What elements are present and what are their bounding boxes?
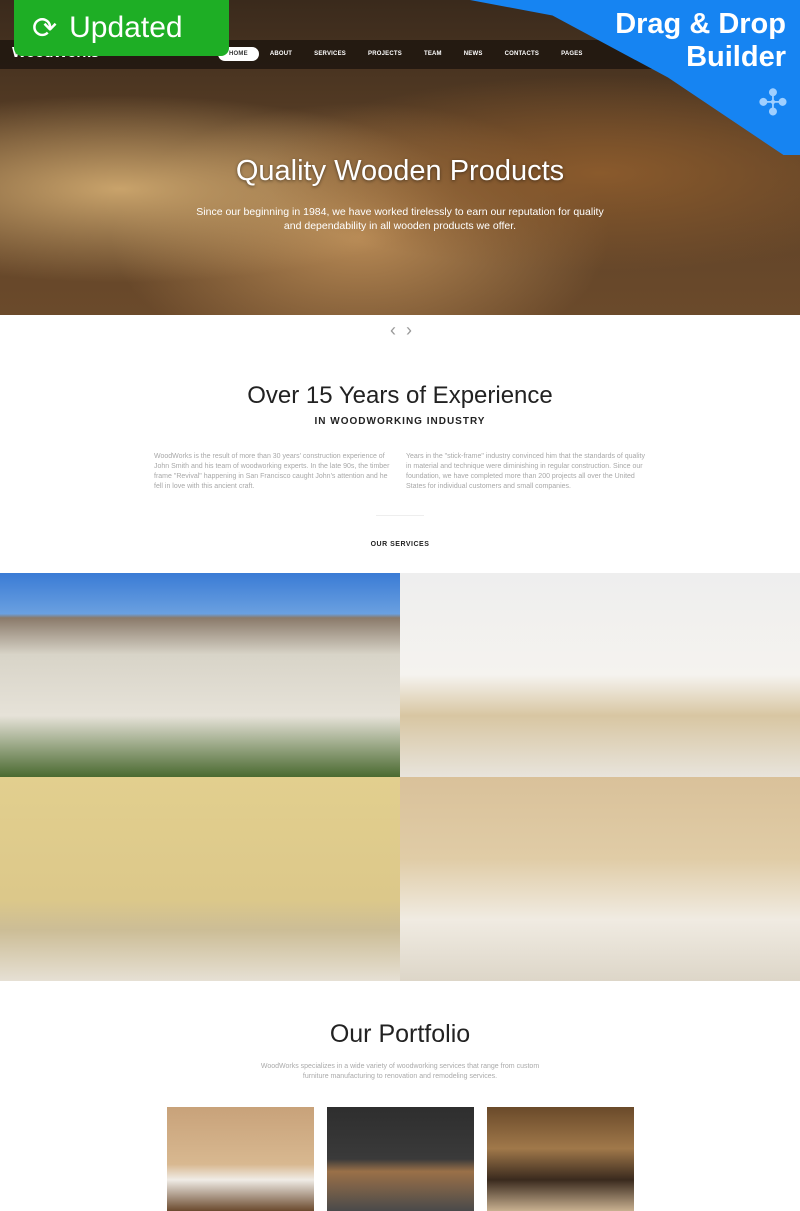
portfolio-item[interactable] bbox=[167, 1107, 314, 1211]
portfolio-item[interactable] bbox=[327, 1107, 474, 1211]
service-image-office[interactable] bbox=[0, 777, 400, 981]
nav-team[interactable]: TEAM bbox=[413, 47, 453, 61]
portfolio-item[interactable] bbox=[487, 1107, 634, 1211]
move-arrows-icon: ✣ bbox=[757, 82, 788, 123]
nav-about[interactable]: ABOUT bbox=[259, 47, 303, 61]
nav-pages[interactable]: PAGES bbox=[550, 47, 594, 61]
prev-arrow-icon[interactable]: ‹ bbox=[390, 320, 396, 340]
nav-news[interactable]: NEWS bbox=[453, 47, 494, 61]
experience-subtitle: IN WOODWORKING INDUSTRY bbox=[314, 416, 486, 427]
hero-text: Since our beginning in 1984, we have wor… bbox=[196, 206, 604, 232]
slider-arrows: ‹ › bbox=[390, 320, 412, 341]
nav-projects[interactable]: PROJECTS bbox=[357, 47, 413, 61]
service-image-kitchen[interactable] bbox=[400, 777, 800, 981]
portfolio-title: Our Portfolio bbox=[329, 1020, 471, 1048]
experience-text-2: Years in the "stick-frame" industry conv… bbox=[406, 453, 645, 490]
main-nav: HOME ABOUT SERVICES PROJECTS TEAM NEWS C… bbox=[218, 47, 594, 61]
nav-contacts[interactable]: CONTACTS bbox=[494, 47, 551, 61]
hero-title: Quality Wooden Products bbox=[235, 155, 565, 187]
nav-services[interactable]: SERVICES bbox=[303, 47, 357, 61]
services-title: OUR SERVICES bbox=[370, 541, 430, 548]
experience-title: Over 15 Years of Experience bbox=[247, 382, 553, 409]
divider bbox=[376, 515, 424, 516]
updated-badge: ⟳ Updated bbox=[14, 0, 229, 56]
service-image-dining[interactable] bbox=[400, 573, 800, 777]
portfolio-text: WoodWorks specializes in a wide variety … bbox=[260, 1063, 540, 1080]
next-arrow-icon[interactable]: › bbox=[406, 320, 412, 340]
service-image-house[interactable] bbox=[0, 573, 400, 777]
experience-text-1: WoodWorks is the result of more than 30 … bbox=[154, 453, 390, 490]
refresh-icon: ⟳ bbox=[32, 11, 58, 45]
